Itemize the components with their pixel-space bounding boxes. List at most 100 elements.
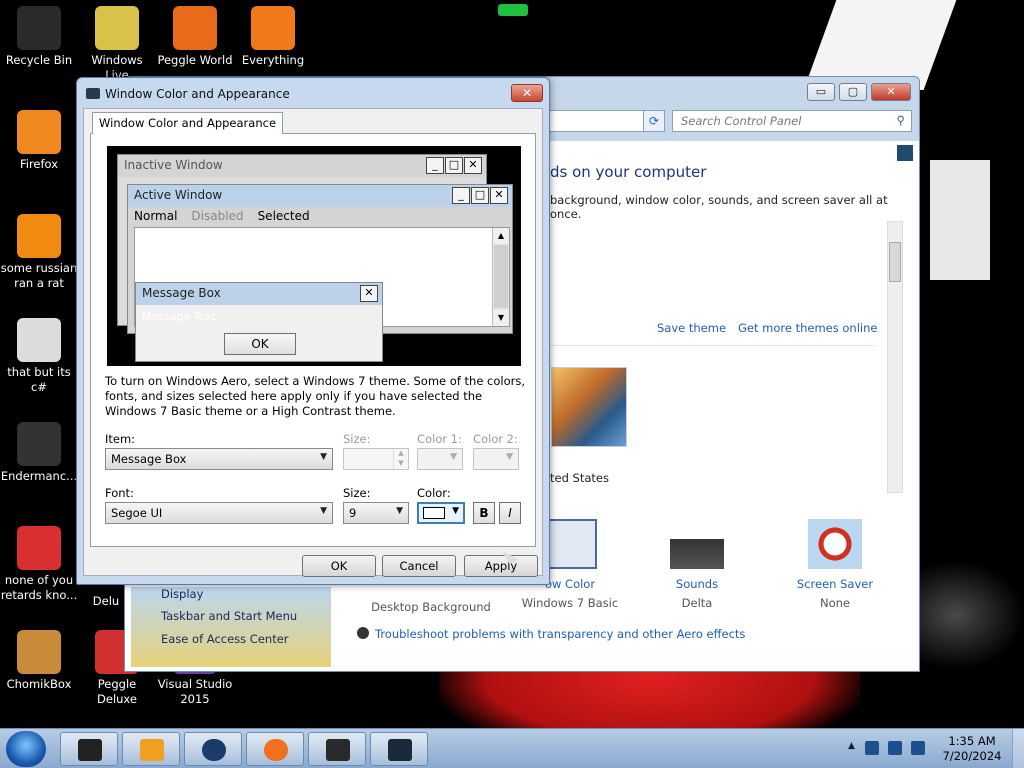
firefox-icon: [264, 739, 288, 761]
taskbar-app-media[interactable]: [122, 732, 180, 766]
color2-picker[interactable]: ▼: [473, 448, 519, 470]
screen-saver-title[interactable]: Screen Saver: [775, 577, 895, 591]
spin-up-icon[interactable]: ▲: [393, 449, 408, 459]
taskbar-app-1[interactable]: [60, 732, 118, 766]
font-color-label: Color:: [417, 486, 451, 500]
display-link[interactable]: Display: [161, 587, 203, 601]
taskbar-firefox[interactable]: [246, 732, 304, 766]
wallpaper-green-shape: [498, 4, 528, 16]
sounds-value: Delta: [681, 596, 713, 610]
start-button[interactable]: [6, 731, 46, 767]
chevron-up-icon[interactable]: ▲: [848, 741, 856, 755]
clock-date: 7/20/2024: [942, 749, 1002, 763]
desktop-icon[interactable]: Endermanc...: [0, 422, 78, 484]
menu-normal[interactable]: Normal: [134, 209, 177, 223]
troubleshoot-link[interactable]: Troubleshoot problems with transparency …: [357, 627, 745, 641]
preview-ok-button[interactable]: OK: [224, 333, 296, 355]
theme-thumbnail[interactable]: [551, 367, 627, 447]
color1-picker[interactable]: ▼: [417, 448, 463, 470]
message-box-title[interactable]: Message Box: [136, 283, 382, 305]
preview-scrollbar[interactable]: ▲ ▼: [492, 228, 509, 326]
message-box-preview[interactable]: Message Box ✕ Message Text OK: [135, 282, 383, 362]
font-value: Segoe UI: [111, 506, 163, 520]
screen-saver-value: None: [819, 596, 850, 610]
active-window-buttons: _ □ ✕: [452, 187, 508, 204]
font-size-value: 9: [349, 506, 357, 520]
volume-icon[interactable]: [911, 741, 925, 755]
font-select[interactable]: Segoe UI ▼: [105, 502, 333, 524]
desktop-icon-label: that but its c#: [7, 365, 71, 394]
cancel-button[interactable]: Cancel: [382, 555, 456, 577]
maximize-button[interactable]: ▢: [839, 83, 867, 101]
desktop-background-label[interactable]: Desktop Background: [361, 600, 501, 614]
desktop-icon-label: some russian ran a rat: [0, 261, 78, 290]
sounds-item[interactable]: Sounds Delta: [637, 519, 757, 610]
desktop-icon[interactable]: ChomikBox: [0, 630, 78, 692]
font-color-picker[interactable]: ▼: [417, 502, 465, 524]
taskbar-app-3[interactable]: [184, 732, 242, 766]
item-size-input[interactable]: ▲ ▼: [343, 448, 409, 470]
help-icon[interactable]: [897, 145, 913, 161]
menu-selected[interactable]: Selected: [258, 209, 310, 223]
refresh-button[interactable]: ⟳: [643, 110, 665, 132]
desktop-icon[interactable]: Recycle Bin: [0, 6, 78, 68]
desktop-icon[interactable]: Everything: [234, 6, 312, 68]
theme-name: ted States: [550, 471, 609, 485]
italic-button[interactable]: I: [499, 502, 521, 524]
theme-list-scrollbar[interactable]: [887, 221, 903, 493]
app-icon: [78, 739, 102, 761]
close-icon: ✕: [464, 157, 482, 174]
desktop-icon-label: Recycle Bin: [5, 53, 73, 67]
color-swatch: [423, 507, 445, 519]
desktop-icon[interactable]: none of you retards kno...: [0, 526, 78, 603]
ease-of-access-link[interactable]: Ease of Access Center: [161, 632, 289, 646]
close-icon: ✕: [490, 187, 508, 204]
clock[interactable]: 1:35 AM 7/20/2024: [940, 734, 1004, 764]
show-desktop-button[interactable]: [1012, 729, 1024, 768]
taskbar-control-panel[interactable]: [370, 732, 428, 766]
tab-window-color[interactable]: Window Color and Appearance: [92, 112, 284, 134]
divider: [535, 345, 875, 346]
close-button[interactable]: ✕: [511, 84, 543, 102]
font-size-select[interactable]: 9 ▼: [343, 502, 409, 524]
color1-label: Color 1:: [417, 432, 462, 446]
ok-button[interactable]: OK: [302, 555, 376, 577]
search-icon[interactable]: ⚲: [897, 113, 905, 127]
sounds-icon: [670, 519, 724, 569]
app-icon: [17, 526, 61, 570]
desktop-background-item[interactable]: Desktop Background: [361, 595, 501, 614]
message-text[interactable]: Message Text: [142, 310, 216, 323]
desktop-icon[interactable]: Windows Live: [78, 6, 156, 83]
window-icon: [17, 422, 61, 466]
desktop-icon-label: Everything: [241, 53, 305, 67]
tray-icon[interactable]: [865, 741, 879, 755]
system-tray: ▲: [848, 741, 925, 755]
window-color-dialog[interactable]: Window Color and Appearance ✕ Window Col…: [76, 77, 550, 585]
save-theme-link[interactable]: Save theme: [657, 321, 726, 335]
spin-down-icon[interactable]: ▼: [393, 459, 408, 469]
search-input[interactable]: Search Control Panel ⚲: [672, 110, 912, 132]
scroll-thumb[interactable]: [889, 242, 901, 282]
chevron-down-icon: ▼: [506, 452, 513, 462]
bold-button[interactable]: B: [473, 502, 495, 524]
item-select[interactable]: Message Box ▼: [105, 448, 333, 470]
troubleshoot-label[interactable]: Troubleshoot problems with transparency …: [375, 627, 745, 641]
close-button[interactable]: ✕: [871, 83, 911, 101]
minimize-icon: _: [452, 187, 470, 204]
taskbar-app-5[interactable]: [308, 732, 366, 766]
appearance-preview[interactable]: Inactive Window _ □ ✕ Active Window _ □ …: [107, 146, 521, 366]
menu-disabled[interactable]: Disabled: [191, 209, 243, 223]
apply-button[interactable]: Apply: [464, 555, 538, 577]
network-icon[interactable]: [888, 741, 902, 755]
wallpaper-white-shape-2: [930, 160, 990, 280]
get-more-themes-link[interactable]: Get more themes online: [738, 321, 877, 335]
desktop-icon[interactable]: Peggle World: [156, 6, 234, 68]
desktop-icon[interactable]: some russian ran a rat: [0, 214, 78, 291]
screen-saver-item[interactable]: Screen Saver None: [775, 519, 895, 610]
desktop-icon[interactable]: that but its c#: [0, 318, 78, 395]
preview-menubar: Normal Disabled Selected: [134, 209, 310, 223]
taskbar-link[interactable]: Taskbar and Start Menu: [161, 609, 297, 623]
minimize-button[interactable]: ▭: [807, 83, 835, 101]
sounds-title[interactable]: Sounds: [637, 577, 757, 591]
desktop-icon[interactable]: Firefox: [0, 110, 78, 172]
